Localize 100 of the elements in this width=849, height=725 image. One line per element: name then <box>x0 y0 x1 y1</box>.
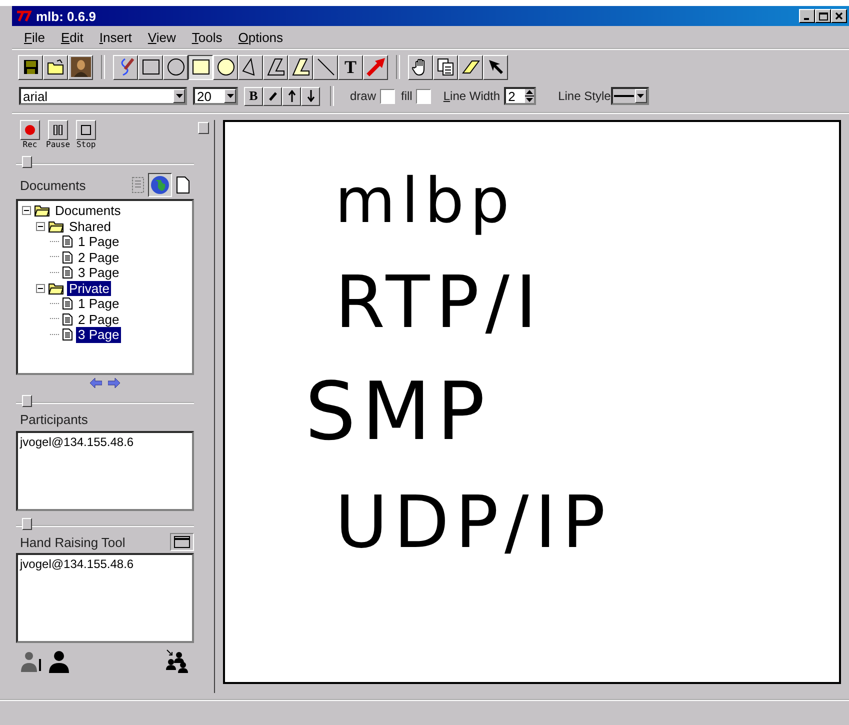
splitter-handle[interactable] <box>22 395 32 407</box>
line-width-label: Line Width <box>443 89 500 103</box>
menu-item[interactable]: Options <box>230 30 292 44</box>
font-dropdown[interactable]: arial <box>19 87 187 105</box>
document-icon <box>62 328 73 342</box>
minimize-button[interactable] <box>799 9 815 23</box>
tree-item[interactable]: Documents <box>53 203 123 218</box>
folder-icon <box>48 220 64 233</box>
document-icon <box>62 235 73 248</box>
draw-label: draw <box>350 89 376 103</box>
font-size-dropdown[interactable]: 20 <box>193 87 238 105</box>
close-icon <box>835 12 843 20</box>
toolbar-button[interactable] <box>18 54 43 80</box>
fill-label: fill <box>401 89 412 103</box>
lower-button[interactable] <box>301 86 320 106</box>
maximize-button[interactable] <box>815 9 831 23</box>
collapse-toggle[interactable] <box>36 222 45 231</box>
maximize-icon <box>818 12 828 20</box>
panel-title: Documents <box>20 178 86 192</box>
toolbar-button[interactable] <box>43 54 68 80</box>
person-icon[interactable] <box>48 651 70 673</box>
tree-item[interactable]: 3 Page <box>76 327 122 342</box>
menu-item[interactable]: Tools <box>184 30 230 44</box>
folder-icon <box>48 282 64 295</box>
tool-button[interactable] <box>188 54 213 80</box>
collapse-toggle[interactable] <box>36 284 45 293</box>
splitter-handle[interactable] <box>198 122 209 134</box>
filled-circle-icon <box>216 58 234 76</box>
participant-item[interactable]: jvogel@134.155.48.6 <box>20 435 190 449</box>
spinner-arrows-icon <box>525 89 534 103</box>
window-icon <box>174 536 190 548</box>
tree-item[interactable]: 2 Page <box>76 312 122 327</box>
menu-item[interactable]: Edit <box>52 30 92 44</box>
menu-item[interactable]: File <box>16 30 53 44</box>
tree-item[interactable]: Shared <box>67 218 113 234</box>
filled-rectangle-icon <box>192 59 210 75</box>
tree-item[interactable]: 3 Page <box>76 265 122 280</box>
forward-arrow-icon[interactable] <box>108 378 120 388</box>
panel-title: Hand Raising Tool <box>20 534 126 550</box>
back-arrow-icon[interactable] <box>90 378 102 388</box>
up-arrow-icon <box>288 90 296 102</box>
window-title: mlb: 0.6.9 <box>36 8 96 24</box>
pause-icon <box>53 125 64 135</box>
list-icon <box>132 177 144 193</box>
fill-checkbox[interactable] <box>416 88 432 104</box>
line-style-dropdown[interactable] <box>610 87 649 105</box>
down-arrow-icon <box>306 90 314 102</box>
line-icon <box>316 58 334 76</box>
group-icon[interactable] <box>166 649 190 673</box>
polygon-icon <box>266 58 284 76</box>
whiteboard-canvas[interactable]: mlbp RTP/I SMP UDP/IP <box>223 120 841 684</box>
tree-item[interactable]: 1 Page <box>76 234 122 250</box>
circle-icon <box>166 58 184 76</box>
eraser-icon <box>462 59 480 75</box>
view-button[interactable] <box>148 173 172 197</box>
globe-icon <box>150 175 170 195</box>
line-style-label: Line Style <box>558 89 611 103</box>
filled-polygon-icon <box>292 58 310 76</box>
page-icon <box>176 176 190 194</box>
dropdown-arrow-icon <box>226 94 234 98</box>
splitter-handle[interactable] <box>22 518 32 530</box>
arrow-icon <box>366 57 386 77</box>
menu-item[interactable]: View <box>140 30 184 44</box>
window-button[interactable] <box>170 533 194 551</box>
dropdown-arrow-icon <box>637 94 644 98</box>
splitter-handle[interactable] <box>22 156 32 168</box>
bold-button[interactable]: B <box>244 86 263 106</box>
hand-raising-item[interactable]: jvogel@134.155.48.6 <box>20 557 190 571</box>
document-icon <box>62 297 73 310</box>
tree-item[interactable]: Private <box>67 280 112 296</box>
solid-line-icon <box>612 94 635 98</box>
toolbar-button[interactable] <box>68 54 93 80</box>
portrait-picture-icon <box>70 57 90 77</box>
menu-item[interactable]: Insert <box>91 30 140 44</box>
app-logo-icon <box>16 10 32 22</box>
copy-icon <box>436 58 454 76</box>
line-width-spinner[interactable]: 2 <box>504 87 536 105</box>
view-button[interactable] <box>174 174 192 196</box>
handwritten-text: SMP <box>305 372 492 452</box>
stop-icon <box>81 125 92 135</box>
dropdown-arrow-icon <box>176 94 182 98</box>
folder-icon <box>34 204 50 218</box>
panel-title: Participants <box>19 411 89 429</box>
text-tool-glyph: T <box>344 58 356 76</box>
close-button[interactable] <box>831 9 847 23</box>
folder-icon <box>46 59 64 75</box>
italic-button[interactable] <box>263 86 282 106</box>
raise-button[interactable] <box>282 86 301 106</box>
pointer-icon <box>486 58 504 76</box>
person-with-hand-icon[interactable] <box>20 651 44 673</box>
slash-icon <box>268 91 278 101</box>
collapse-toggle[interactable] <box>22 206 31 216</box>
tree-item[interactable]: 2 Page <box>76 250 122 265</box>
record-icon <box>25 125 35 135</box>
document-icon <box>62 266 73 280</box>
rectangle-icon <box>142 59 160 75</box>
draw-checkbox[interactable] <box>380 88 396 104</box>
tree-item[interactable]: 1 Page <box>76 296 122 312</box>
tool-button[interactable]: T <box>338 54 363 80</box>
document-icon <box>62 312 73 326</box>
